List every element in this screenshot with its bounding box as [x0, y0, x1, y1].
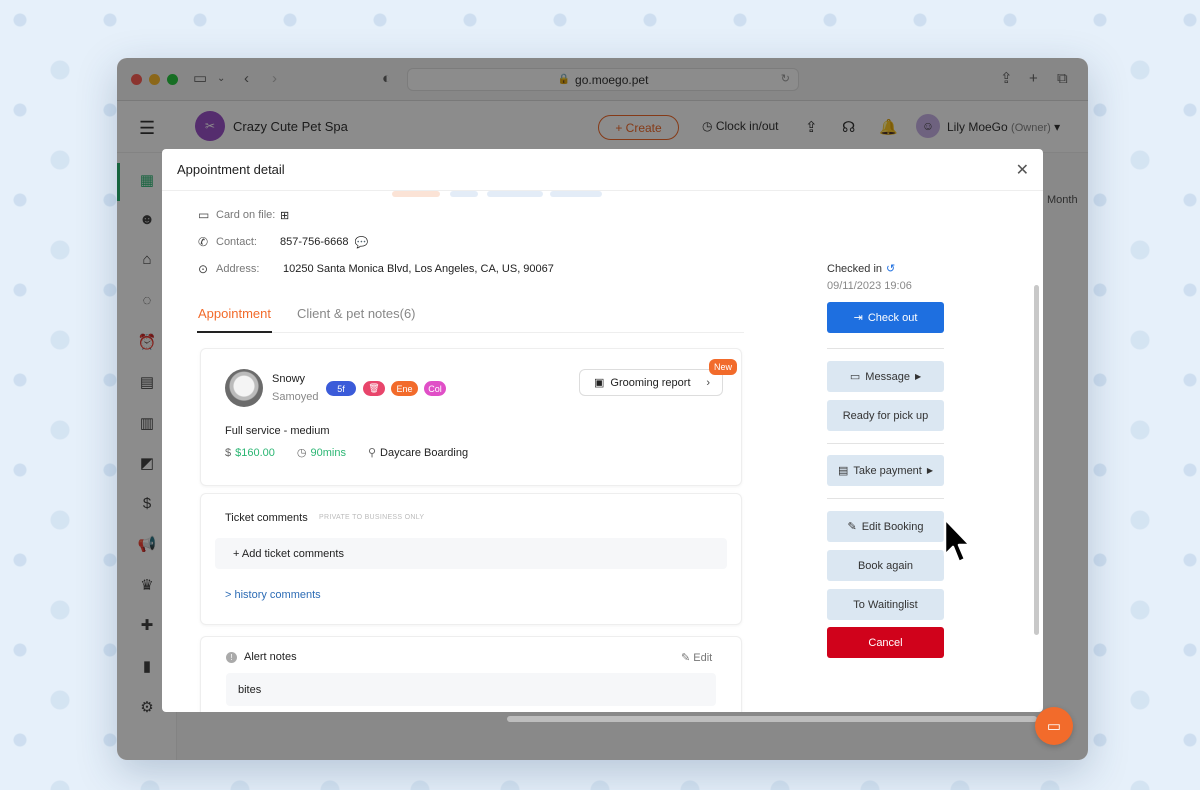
card-on-file-row: ▭ Card on file: ⊞	[198, 208, 289, 222]
sign-out-icon: ⇥	[853, 312, 863, 324]
alert-notes-card: ! Alert notes ✎ Edit bites	[200, 636, 742, 712]
card-label: Card on file:	[216, 209, 276, 221]
message-label: Message	[865, 370, 910, 383]
appointment-detail-modal: Appointment detail ✕ ▭ Card on file: ⊞ ✆…	[162, 149, 1043, 712]
cancel-appointment-button[interactable]: Cancel	[827, 627, 944, 658]
pet-avatar	[225, 369, 263, 407]
ready-for-pickup-button[interactable]: Ready for pick up	[827, 400, 944, 431]
edit-booking-button[interactable]: ✎ Edit Booking	[827, 511, 944, 542]
service-price: $160.00	[235, 446, 275, 459]
contact-label: Contact:	[216, 236, 257, 248]
tag-text: 🗑	[368, 383, 380, 393]
status-text: Checked in	[827, 263, 883, 275]
tag-text: 5f	[337, 383, 345, 394]
browser-window: ▭ ⌄ ‹ › ◐ 🔒 go.moego.pet ↻ ⇪ + ⧉ ☰ ✂ Cra…	[117, 58, 1088, 760]
message-icon: ▭	[849, 371, 861, 383]
undo-status-icon[interactable]: ↺	[886, 263, 895, 275]
add-card-icon[interactable]: ⊞	[280, 209, 289, 222]
address-row: ⊙ Address: 10250 Santa Monica Blvd, Los …	[198, 262, 554, 276]
tag-text: Col	[428, 383, 442, 394]
caret-right-icon: ▶	[926, 466, 934, 475]
report-icon: ▣	[594, 377, 605, 389]
alert-notes-body: bites	[226, 673, 716, 706]
private-note: PRIVATE TO BUSINESS ONLY	[319, 514, 425, 521]
take-payment-button[interactable]: ▤ Take payment ▶	[827, 455, 944, 486]
service-details: $ $160.00 ◷ 90mins ⚲ Daycare Boarding	[225, 446, 469, 460]
service-staff: Daycare Boarding	[380, 446, 469, 459]
tag-text: Ene	[396, 383, 413, 394]
pet-breed: Samoyed	[272, 391, 319, 403]
close-icon[interactable]: ✕	[1016, 160, 1029, 180]
alert-icon: !	[226, 652, 237, 663]
grooming-report-label: Grooming report	[610, 376, 691, 389]
clock-icon: ◷	[296, 447, 307, 459]
to-waitinglist-button[interactable]: To Waitinglist	[827, 589, 944, 620]
chat-bubble-icon: ▭	[1046, 718, 1062, 735]
detail-tabs: Appointment Client & pet notes(6)	[197, 299, 744, 333]
address-label: Address:	[216, 263, 260, 275]
status-time: 09/11/2023 19:06	[827, 280, 912, 292]
caret-right-icon: ▶	[914, 372, 922, 381]
status-label: Checked in ↺	[827, 262, 895, 275]
divider	[827, 443, 944, 444]
mouse-cursor-icon	[943, 517, 972, 564]
alert-notes-title: Alert notes	[244, 651, 297, 663]
pet-tag-col: Col	[424, 381, 446, 396]
faded-chip	[487, 191, 543, 197]
check-out-label: Check out	[867, 311, 918, 324]
tab-appointment[interactable]: Appointment	[198, 306, 271, 321]
service-duration: 90mins	[310, 446, 346, 459]
dollar-circle-icon: $	[225, 446, 232, 459]
horizontal-scrollbar[interactable]	[507, 716, 1037, 722]
address-value[interactable]: 10250 Santa Monica Blvd, Los Angeles, CA…	[283, 263, 554, 275]
edit-icon: ✎	[847, 521, 857, 533]
pet-service-card: Snowy Samoyed 5f 🗑 Ene Col ▣ Grooming re…	[200, 348, 742, 486]
phone-icon: ✆	[198, 235, 209, 249]
faded-chip	[392, 191, 440, 197]
modal-title: Appointment detail	[177, 162, 285, 177]
pet-name[interactable]: Snowy	[272, 373, 305, 385]
ticket-comments-title: Ticket comments	[225, 512, 308, 524]
support-chat-button[interactable]: ▭	[1035, 707, 1073, 745]
pet-tag-trash: 🗑	[363, 381, 385, 396]
contact-row: ✆ Contact: 857-756-6668 💬	[198, 235, 368, 249]
chevron-right-icon: ›	[706, 376, 710, 389]
pet-tag-ene: Ene	[391, 381, 418, 396]
message-bubble-icon[interactable]: 💬	[355, 236, 369, 249]
grooming-report-button[interactable]: ▣ Grooming report ›	[579, 369, 723, 396]
ticket-comments-card: Ticket comments PRIVATE TO BUSINESS ONLY…	[200, 493, 742, 625]
service-name: Full service - medium	[225, 425, 330, 437]
divider	[827, 348, 944, 349]
modal-scrollbar[interactable]	[1034, 285, 1039, 635]
active-tab-underline	[197, 331, 272, 333]
credit-card-icon: ▭	[198, 208, 210, 222]
message-button[interactable]: ▭ Message ▶	[827, 361, 944, 392]
user-icon: ⚲	[367, 447, 377, 459]
edit-booking-label: Edit Booking	[861, 520, 924, 533]
edit-alert-notes-button[interactable]: ✎ Edit	[681, 651, 712, 664]
faded-chip	[450, 191, 478, 197]
new-badge: New	[709, 359, 738, 375]
faded-chip	[550, 191, 602, 197]
check-out-button[interactable]: ⇥ Check out	[827, 302, 944, 333]
tab-client-pet-notes[interactable]: Client & pet notes(6)	[297, 306, 416, 321]
contact-value[interactable]: 857-756-6668	[280, 236, 349, 248]
modal-header: Appointment detail ✕	[162, 149, 1043, 191]
credit-card-icon: ▤	[837, 465, 849, 477]
add-ticket-comment-button[interactable]: + Add ticket comments	[215, 538, 727, 569]
take-payment-label: Take payment	[853, 464, 922, 477]
location-pin-icon: ⊙	[198, 262, 209, 276]
pet-tag-size: 5f	[326, 381, 356, 396]
edit-label: Edit	[693, 652, 713, 664]
divider	[827, 498, 944, 499]
history-comments-link[interactable]: > history comments	[225, 589, 321, 601]
book-again-button[interactable]: Book again	[827, 550, 944, 581]
